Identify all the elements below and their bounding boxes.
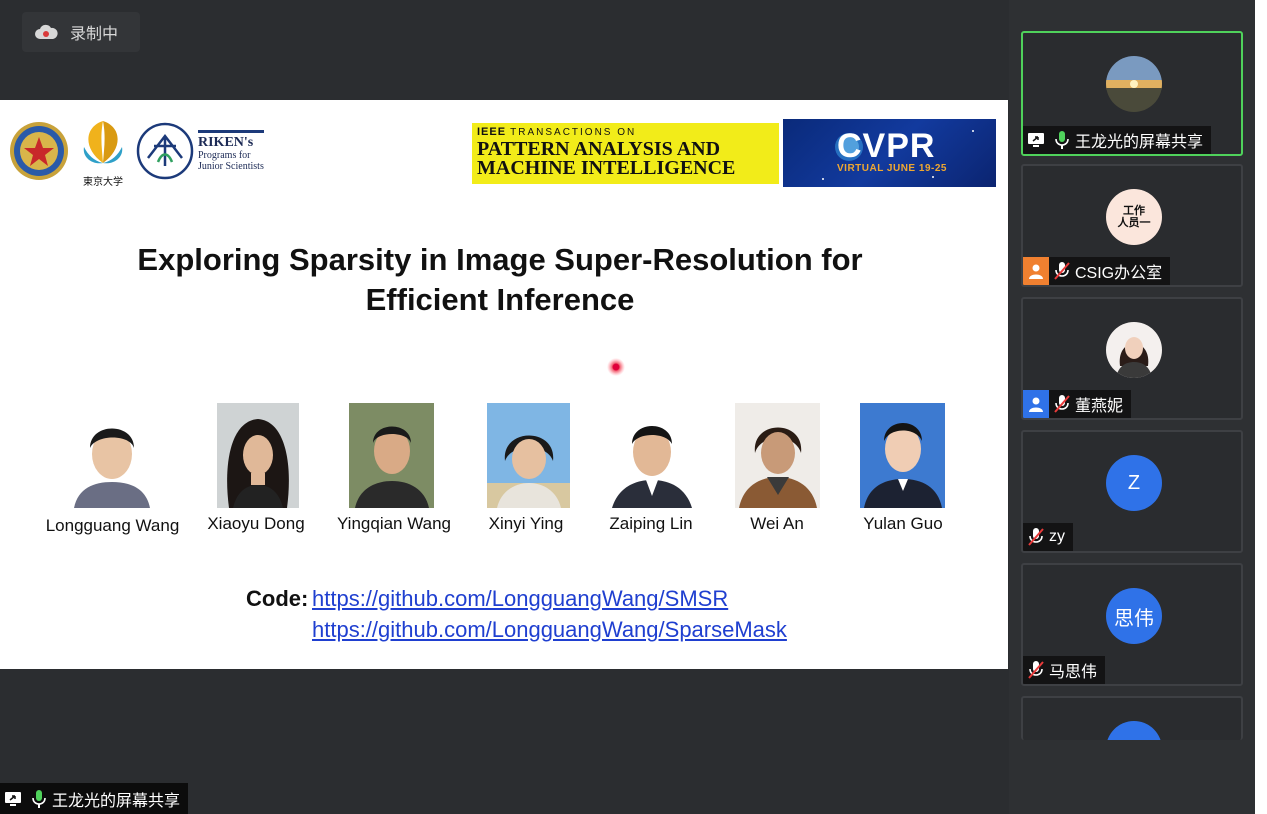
title-line-1: Exploring Sparsity in Image Super-Resolu… xyxy=(137,242,863,277)
author-name-5: Zaiping Lin xyxy=(609,514,693,533)
mic-muted-icon xyxy=(1049,257,1075,285)
cvpr-banner: CVPR VIRTUAL JUNE 19-25 xyxy=(783,119,996,187)
author-name-3: Yingqian Wang xyxy=(336,514,452,533)
avatar-initial: 王方 xyxy=(1114,737,1154,740)
sidebar-scrollbar[interactable] xyxy=(1255,0,1267,814)
transactions-label: TRANSACTIONS ON xyxy=(510,127,637,138)
participant-label-3: 董燕妮 xyxy=(1023,390,1132,418)
avatar-text-line2: 人员一 xyxy=(1117,217,1151,229)
code-link-smsr[interactable]: https://github.com/LongguangWang/SMSR xyxy=(312,586,728,612)
participant-name-3: 董燕妮 xyxy=(1075,398,1124,415)
mic-muted-icon xyxy=(1023,523,1049,551)
code-link-sparsemask[interactable]: https://github.com/LongguangWang/SparseM… xyxy=(312,617,787,643)
participant-avatar-staff: 工作 人员一 xyxy=(1106,189,1162,245)
author-photo-2 xyxy=(217,403,299,508)
participant-tile-1[interactable]: 王龙光的屏幕共享 xyxy=(1021,31,1243,156)
author-photo-3 xyxy=(349,403,434,508)
author-photo-5 xyxy=(610,410,693,508)
cvpr-name: CVPR xyxy=(837,127,936,165)
participant-tile-5[interactable]: 思伟 马思伟 xyxy=(1021,563,1243,686)
user-icon xyxy=(1023,390,1049,418)
nudt-logo xyxy=(9,121,69,186)
author-name-6: Wei An xyxy=(750,514,804,533)
screen-share-icon xyxy=(1023,126,1049,154)
author-name-4: Xinyi Ying xyxy=(488,514,564,533)
riken-line2: Programs for xyxy=(198,150,251,161)
riken-name: RIKEN's xyxy=(198,130,264,150)
author-name-2: Xiaoyu Dong xyxy=(207,514,305,533)
recording-indicator[interactable]: 录制中 xyxy=(22,12,140,52)
riken-logo: RIKEN's Programs for Junior Scientists xyxy=(136,122,264,180)
author-name-1: Longguang Wang xyxy=(45,516,180,535)
participant-label-4: zy xyxy=(1023,523,1073,551)
screen-share-icon xyxy=(0,785,26,813)
title-line-2: Efficient Inference xyxy=(365,282,635,317)
participant-name-2: CSIG办公室 xyxy=(1075,265,1163,282)
participant-avatar-initial: 王方 xyxy=(1106,721,1162,740)
author-photo-7 xyxy=(860,403,945,508)
author-name-7: Yulan Guo xyxy=(863,514,943,533)
avatar-text-line1: 工作 xyxy=(1123,205,1145,217)
participant-tile-6[interactable]: 王方 xyxy=(1021,696,1243,740)
participant-label-1: 王龙光的屏幕共享 xyxy=(1023,126,1212,154)
mic-muted-icon xyxy=(1049,390,1075,418)
author-photo-4 xyxy=(487,403,570,508)
participant-name-5: 马思伟 xyxy=(1049,664,1098,681)
participant-avatar-landscape xyxy=(1106,56,1162,112)
ieee-label: IEEE xyxy=(477,126,507,138)
tokyo-logo: 東京大学 xyxy=(78,119,128,188)
tpami-banner: IEEE TRANSACTIONS ON PATTERN ANALYSIS AN… xyxy=(472,123,779,184)
presenter-share-name: 王龙光的屏幕共享 xyxy=(52,792,181,810)
participant-tile-4[interactable]: Z zy xyxy=(1021,430,1243,553)
mic-active-icon xyxy=(1049,126,1075,154)
author-photo-1 xyxy=(70,410,154,508)
mic-active-icon xyxy=(26,785,52,813)
tpami-line2: MACHINE INTELLIGENCE xyxy=(477,157,736,179)
mic-muted-icon xyxy=(1023,656,1049,684)
participant-label-2: CSIG办公室 xyxy=(1023,257,1171,285)
cvpr-date: VIRTUAL JUNE 19-25 xyxy=(837,163,947,174)
participant-name-4: zy xyxy=(1049,528,1065,545)
code-label: Code: xyxy=(246,586,309,611)
participant-tile-2[interactable]: 工作 人员一 CSIG办公室 xyxy=(1021,164,1243,287)
tokyo-caption: 東京大学 xyxy=(83,177,123,188)
participant-avatar-initial: Z xyxy=(1106,455,1162,511)
riken-line3: Junior Scientists xyxy=(198,161,264,172)
participant-avatar-initial: 思伟 xyxy=(1106,588,1162,644)
avatar-initial: Z xyxy=(1127,471,1141,494)
participant-name-1: 王龙光的屏幕共享 xyxy=(1075,134,1204,151)
participant-tile-3[interactable]: 董燕妮 xyxy=(1021,297,1243,420)
author-photo-6 xyxy=(735,403,820,508)
host-user-icon xyxy=(1023,257,1049,285)
recording-label: 录制中 xyxy=(70,26,119,43)
participant-avatar-photo xyxy=(1106,322,1162,378)
laser-pointer xyxy=(607,358,625,376)
participant-label-5: 马思伟 xyxy=(1023,656,1106,684)
cloud-record-icon xyxy=(34,24,58,40)
avatar-initial: 思伟 xyxy=(1114,607,1154,630)
slide-title: Exploring Sparsity in Image Super-Resolu… xyxy=(40,240,960,320)
presenter-share-label: 王龙光的屏幕共享 xyxy=(0,783,189,814)
